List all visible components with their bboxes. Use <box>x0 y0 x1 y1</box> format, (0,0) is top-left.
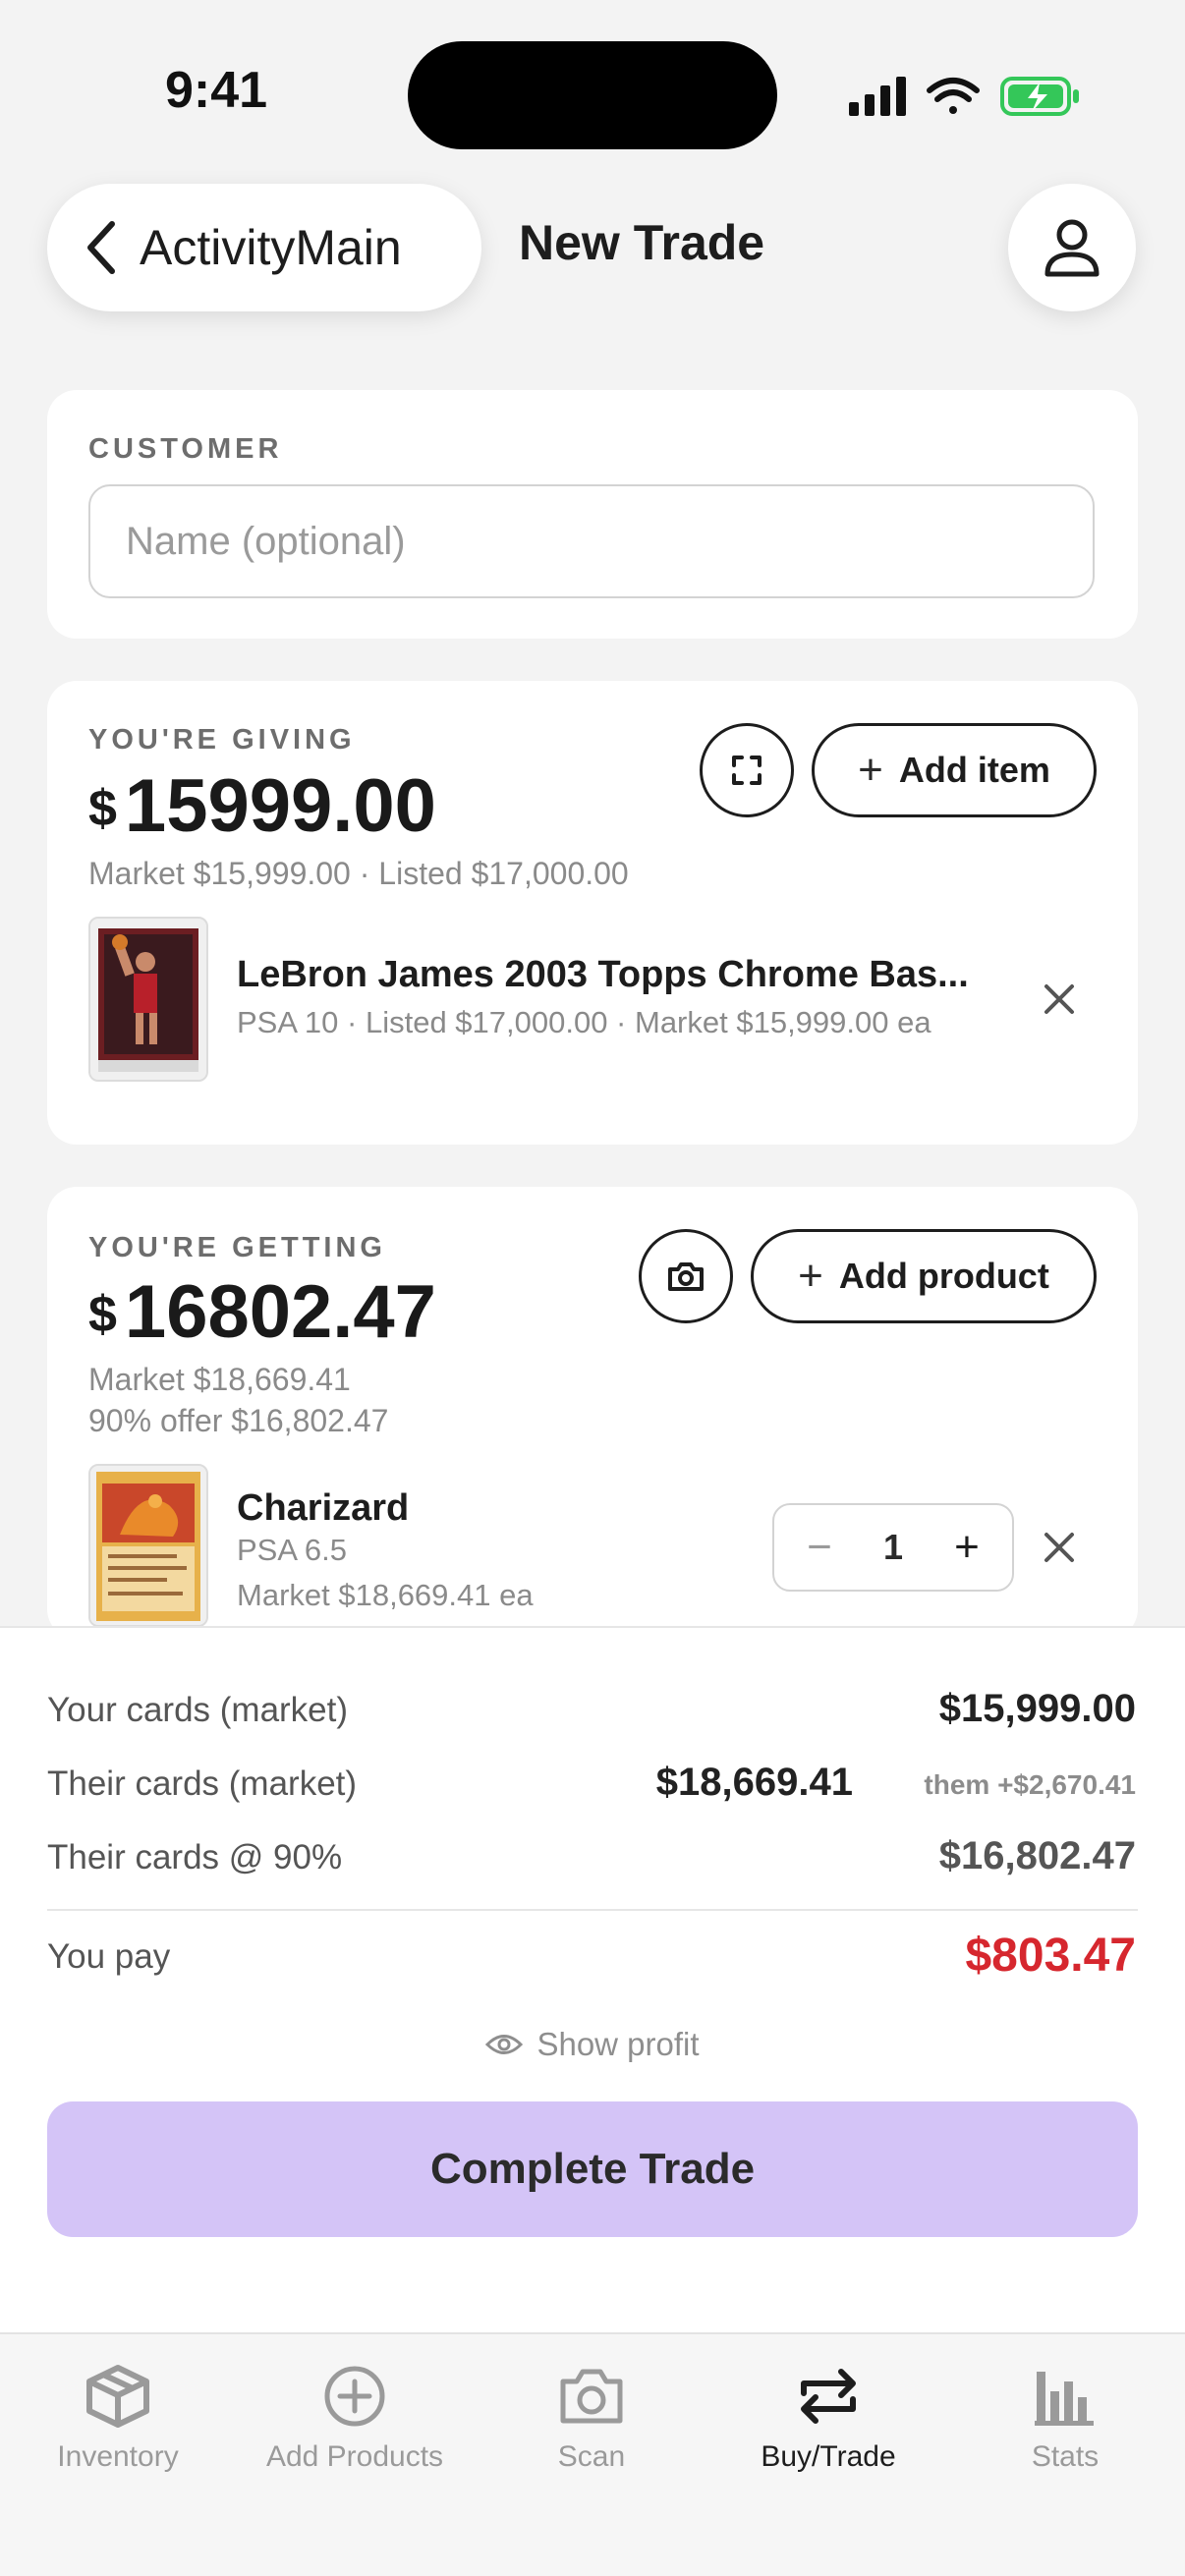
plus-icon: + <box>798 1252 823 1300</box>
charizard-card-thumbnail <box>88 1464 208 1627</box>
bar-chart-icon <box>1035 2372 1094 2426</box>
battery-icon <box>1000 77 1079 116</box>
add-product-label: Add product <box>838 1256 1049 1296</box>
quantity-value: 1 <box>882 1527 904 1567</box>
add-product-button[interactable]: + Add product <box>751 1229 1097 1323</box>
dynamic-island <box>408 41 777 149</box>
back-button[interactable]: ActivityMain <box>47 184 481 311</box>
eye-icon <box>485 2035 524 2054</box>
increment-button[interactable]: + <box>941 1526 992 1569</box>
page-title: New Trade <box>519 215 765 270</box>
customer-card: CUSTOMER <box>47 390 1138 639</box>
scan-frame-button[interactable] <box>700 723 794 817</box>
tab-add-products-label: Add Products <box>265 2440 444 2473</box>
tab-scan[interactable]: Scan <box>474 2364 709 2474</box>
close-icon <box>1044 1533 1074 1562</box>
show-profit-label: Show profit <box>536 2026 700 2062</box>
you-pay-value: $803.47 <box>965 1930 1136 1982</box>
plus-circle-icon <box>324 2366 385 2427</box>
scan-frame-icon <box>732 756 762 785</box>
chevron-left-icon <box>87 221 115 274</box>
getting-offer: 90% offer $16,802.47 <box>88 1403 389 1438</box>
your-cards-value: $15,999.00 <box>938 1687 1136 1730</box>
tab-add-products[interactable]: Add Products <box>237 2364 473 2474</box>
signal-icon <box>849 77 906 116</box>
giving-total: $15999.00 <box>88 764 436 848</box>
complete-trade-button[interactable]: Complete Trade <box>47 2101 1138 2237</box>
tab-buy-trade-label: Buy/Trade <box>761 2440 896 2473</box>
summary-divider <box>47 1909 1138 1911</box>
giving-label: YOU'RE GIVING <box>88 724 356 756</box>
app-root: 9:41 ActivityMain New Trade CUSTOMER Nam… <box>0 0 1185 2576</box>
show-profit-toggle[interactable]: Show profit <box>0 2026 1185 2063</box>
getting-item-grade: PSA 6.5 <box>237 1533 348 1567</box>
status-time: 9:41 <box>165 62 268 119</box>
tab-buy-trade[interactable]: Buy/Trade <box>710 2364 946 2474</box>
their-pct-label: Their cards @ 90% <box>47 1838 343 1876</box>
getting-card: YOU'RE GETTING $16802.47 Market $18,669.… <box>47 1187 1138 1639</box>
tab-inventory[interactable]: Inventory <box>0 2364 236 2474</box>
remove-getting-item-button[interactable] <box>1030 1518 1089 1577</box>
giving-item-title: LeBron James 2003 Topps Chrome Bas... <box>237 954 969 995</box>
lebron-card-thumbnail <box>88 917 208 1082</box>
their-cards-label: Their cards (market) <box>47 1764 358 1803</box>
tab-bar: Inventory Add Products Scan Buy/Trade St… <box>0 2332 1185 2576</box>
tab-stats[interactable]: Stats <box>947 2364 1183 2474</box>
giving-item-subtitle: PSA 10 · Listed $17,000.00 · Market $15,… <box>237 1005 931 1039</box>
wifi-icon <box>927 78 980 114</box>
person-icon <box>1044 219 1100 277</box>
remove-giving-item-button[interactable] <box>1030 970 1089 1029</box>
getting-market: Market $18,669.41 <box>88 1362 351 1397</box>
decrement-button[interactable]: − <box>794 1526 845 1569</box>
swap-icon <box>801 2369 856 2424</box>
back-label: ActivityMain <box>140 220 402 275</box>
add-item-button[interactable]: + Add item <box>812 723 1097 817</box>
tab-stats-label: Stats <box>1031 2440 1100 2473</box>
getting-label: YOU'RE GETTING <box>88 1232 386 1263</box>
your-cards-label: Your cards (market) <box>47 1691 349 1729</box>
their-cards-diff: them +$2,670.41 <box>924 1769 1136 1800</box>
add-item-label: Add item <box>898 750 1050 790</box>
getting-item-market: Market $18,669.41 ea <box>237 1578 534 1612</box>
profile-button[interactable] <box>1008 184 1136 311</box>
camera-icon <box>668 1262 704 1291</box>
giving-summary: Market $15,999.00 · Listed $17,000.00 <box>88 856 629 891</box>
close-icon <box>1044 984 1074 1014</box>
customer-label: CUSTOMER <box>88 433 283 465</box>
tab-scan-label: Scan <box>557 2440 626 2473</box>
cube-icon <box>86 2365 149 2428</box>
getting-total: $16802.47 <box>88 1270 436 1354</box>
their-pct-value: $16,802.47 <box>938 1834 1136 1877</box>
status-icons <box>847 73 1083 122</box>
camera-icon <box>560 2369 623 2424</box>
tab-inventory-label: Inventory <box>57 2440 179 2473</box>
customer-name-input[interactable] <box>88 484 1095 598</box>
giving-card: YOU'RE GIVING $15999.00 Market $15,999.0… <box>47 681 1138 1145</box>
you-pay-label: You pay <box>47 1937 171 1976</box>
quantity-stepper: − 1 + <box>772 1503 1014 1592</box>
camera-button[interactable] <box>639 1229 733 1323</box>
getting-item-title: Charizard <box>237 1487 410 1529</box>
their-cards-value: $18,669.41 <box>655 1761 853 1804</box>
plus-icon: + <box>858 746 883 794</box>
